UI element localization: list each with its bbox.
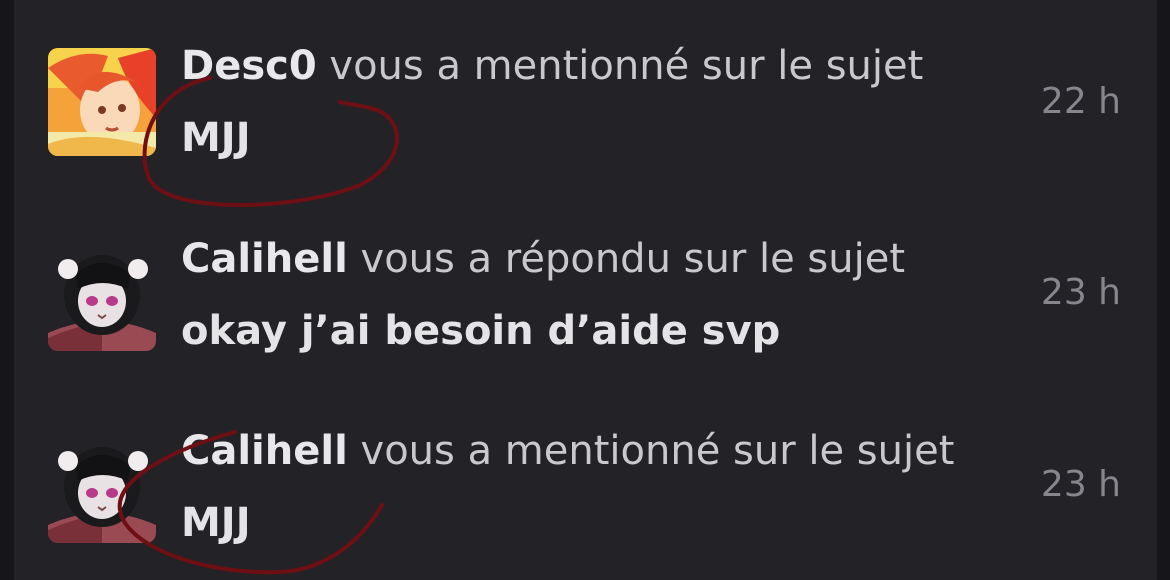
topic-title[interactable]: MJJ [181,499,251,547]
notifications-panel: Desc0 vous a mentionné sur le sujet MJJ … [14,0,1157,580]
notification-time: 23 h [1040,272,1121,313]
username[interactable]: Calihell [181,236,348,282]
username[interactable]: Desc0 [181,43,317,89]
dark-hair-character-avatar-icon[interactable] [48,243,156,351]
notification-item[interactable]: Calihell vous a mentionné sur le sujet M… [14,397,1157,577]
dark-hair-character-avatar-icon[interactable] [48,435,156,543]
topic-title[interactable]: okay j’ai besoin d’aide svp [181,307,780,355]
notification-time: 23 h [1040,464,1121,505]
notification-text: Desc0 vous a mentionné sur le sujet [181,42,923,90]
username[interactable]: Calihell [181,428,348,474]
notification-action: vous a répondu sur le sujet [360,236,906,282]
notifications-screen: Desc0 vous a mentionné sur le sujet MJJ … [0,0,1170,580]
notification-text: Calihell vous a mentionné sur le sujet [181,427,954,475]
notification-time: 22 h [1040,81,1121,122]
notification-item[interactable]: Desc0 vous a mentionné sur le sujet MJJ … [14,12,1157,192]
notification-action: vous a mentionné sur le sujet [329,43,924,89]
orange-character-avatar-icon[interactable] [48,48,156,156]
notification-action: vous a mentionné sur le sujet [360,428,955,474]
notification-text: Calihell vous a répondu sur le sujet [181,235,905,283]
topic-title[interactable]: MJJ [181,114,251,162]
notification-item[interactable]: Calihell vous a répondu sur le sujet oka… [14,205,1157,385]
